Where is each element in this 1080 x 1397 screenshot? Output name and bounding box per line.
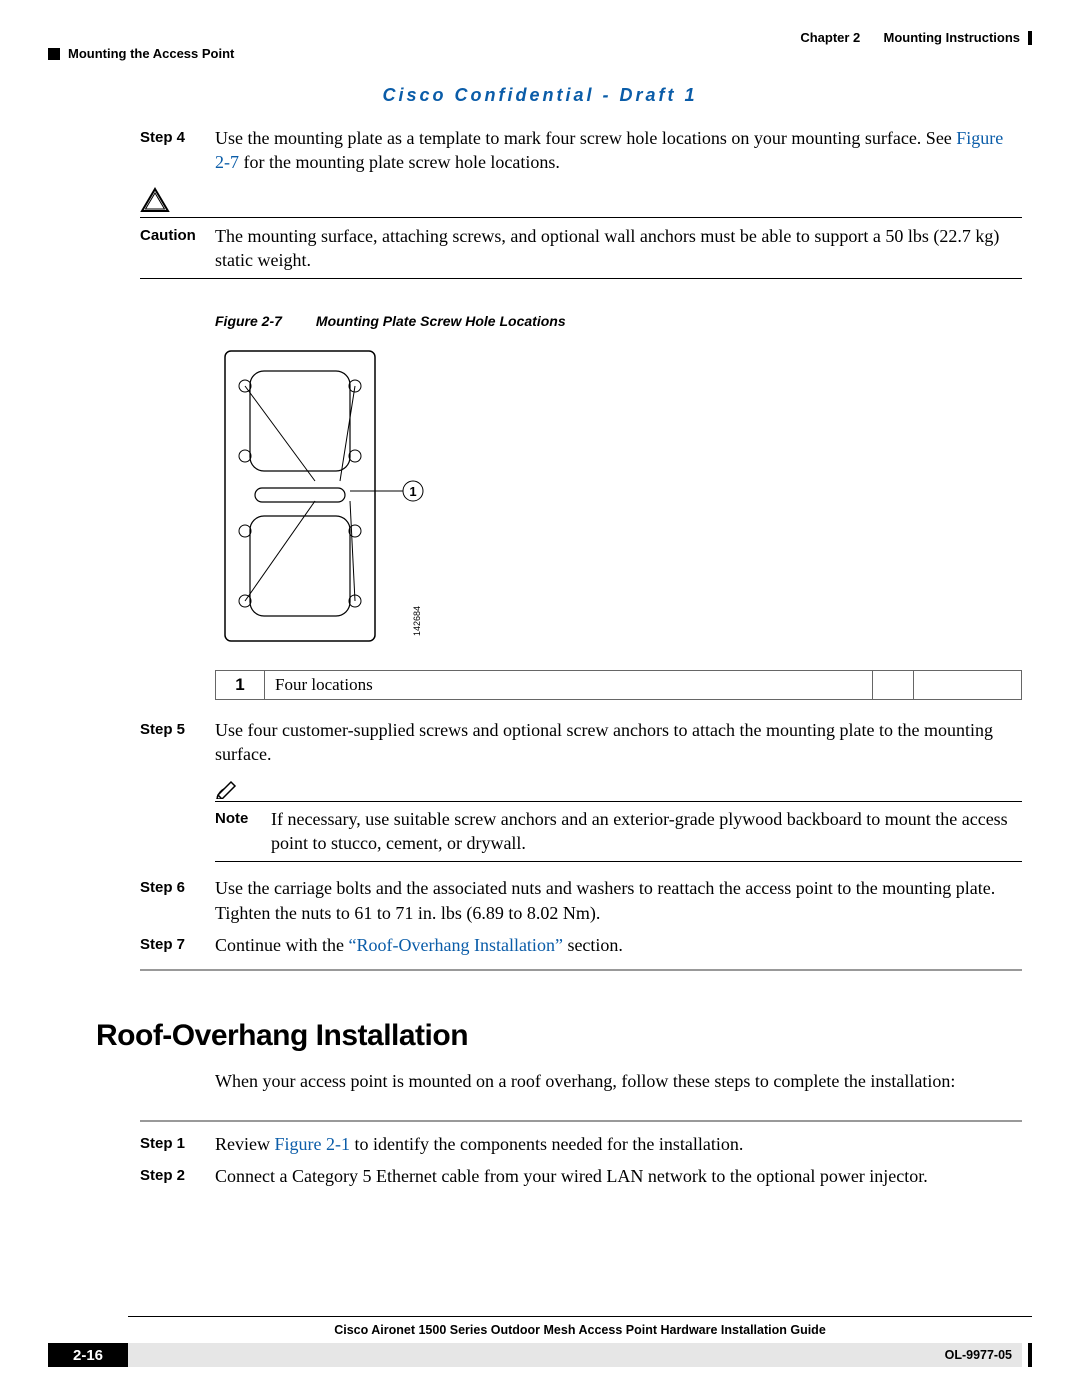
callout-desc: Four locations	[265, 671, 873, 700]
note-text: If necessary, use suitable screw anchors…	[271, 807, 1022, 856]
note-block: Note If necessary, use suitable screw an…	[215, 777, 1022, 863]
roof-step-1: Step 1 Review Figure 2-1 to identify the…	[48, 1132, 1032, 1156]
footer-doc-id: OL-9977-05	[945, 1348, 1012, 1362]
step-label: Step 7	[140, 933, 215, 955]
figure-title: Mounting Plate Screw Hole Locations	[316, 313, 566, 329]
section-heading-roof-overhang: Roof-Overhang Installation	[96, 1019, 1032, 1053]
caution-block: Caution The mounting surface, attaching …	[140, 187, 1022, 280]
section-intro: When your access point is mounted on a r…	[215, 1069, 1022, 1093]
step-label: Step 6	[140, 876, 215, 898]
step-7: Step 7 Continue with the “Roof-Overhang …	[48, 933, 1032, 957]
caution-rule-top	[140, 217, 1022, 218]
note-rule-top	[215, 801, 1022, 802]
figure-2-1-link[interactable]: Figure 2-1	[274, 1134, 350, 1154]
steps-start-rule	[140, 1120, 1022, 1122]
page-header: Mounting the Access Point Chapter 2 Moun…	[48, 30, 1032, 61]
header-section-title: Mounting the Access Point	[68, 46, 234, 61]
step-body: Use the mounting plate as a template to …	[215, 126, 1022, 175]
section-end-rule	[140, 969, 1022, 971]
caution-text: The mounting surface, attaching screws, …	[215, 224, 1022, 273]
footer-rule	[128, 1316, 1032, 1317]
step-5: Step 5 Use four customer-supplied screws…	[48, 718, 1032, 767]
footer-page-number: 2-16	[48, 1343, 128, 1367]
footer-end-bar-icon	[1028, 1343, 1032, 1367]
caution-rule-bottom	[140, 278, 1022, 279]
step-label: Step 1	[140, 1132, 215, 1154]
step-body: Use four customer-supplied screws and op…	[215, 718, 1022, 767]
roof-step-2: Step 2 Connect a Category 5 Ethernet cab…	[48, 1164, 1032, 1188]
step-label: Step 5	[140, 718, 215, 740]
step-body: Connect a Category 5 Ethernet cable from…	[215, 1164, 1022, 1188]
footer-guide-title: Cisco Aironet 1500 Series Outdoor Mesh A…	[128, 1323, 1032, 1337]
step-body: Continue with the “Roof-Overhang Install…	[215, 933, 1022, 957]
header-chapter-label: Chapter 2	[800, 30, 860, 45]
header-marker-icon	[48, 48, 60, 60]
header-end-bar-icon	[1028, 31, 1032, 45]
table-row: 1 Four locations	[216, 671, 1022, 700]
figure-caption: Figure 2-7 Mounting Plate Screw Hole Loc…	[215, 313, 1032, 329]
step-label: Step 4	[140, 126, 215, 148]
callout-table: 1 Four locations	[215, 670, 1022, 700]
confidential-banner: Cisco Confidential - Draft 1	[48, 85, 1032, 106]
step-body: Use the carriage bolts and the associate…	[215, 876, 1022, 925]
caution-label: Caution	[140, 224, 215, 273]
header-chapter-title: Mounting Instructions	[884, 30, 1020, 45]
step-6: Step 6 Use the carriage bolts and the as…	[48, 876, 1032, 925]
callout-marker: 1	[409, 484, 416, 499]
callout-num: 1	[216, 671, 265, 700]
figure-2-7-diagram: 1 142684	[215, 341, 1032, 656]
roof-overhang-link[interactable]: “Roof-Overhang Installation”	[349, 935, 563, 955]
figure-number: Figure 2-7	[215, 313, 282, 329]
note-pencil-icon	[215, 777, 241, 799]
step-4: Step 4 Use the mounting plate as a templ…	[48, 126, 1032, 175]
step-label: Step 2	[140, 1164, 215, 1186]
page-footer: Cisco Aironet 1500 Series Outdoor Mesh A…	[48, 1316, 1032, 1367]
note-rule-bottom	[215, 861, 1022, 862]
note-label: Note	[215, 807, 271, 856]
figure-image-id: 142684	[412, 606, 422, 636]
caution-triangle-icon	[140, 187, 170, 213]
step-body: Review Figure 2-1 to identify the compon…	[215, 1132, 1022, 1156]
